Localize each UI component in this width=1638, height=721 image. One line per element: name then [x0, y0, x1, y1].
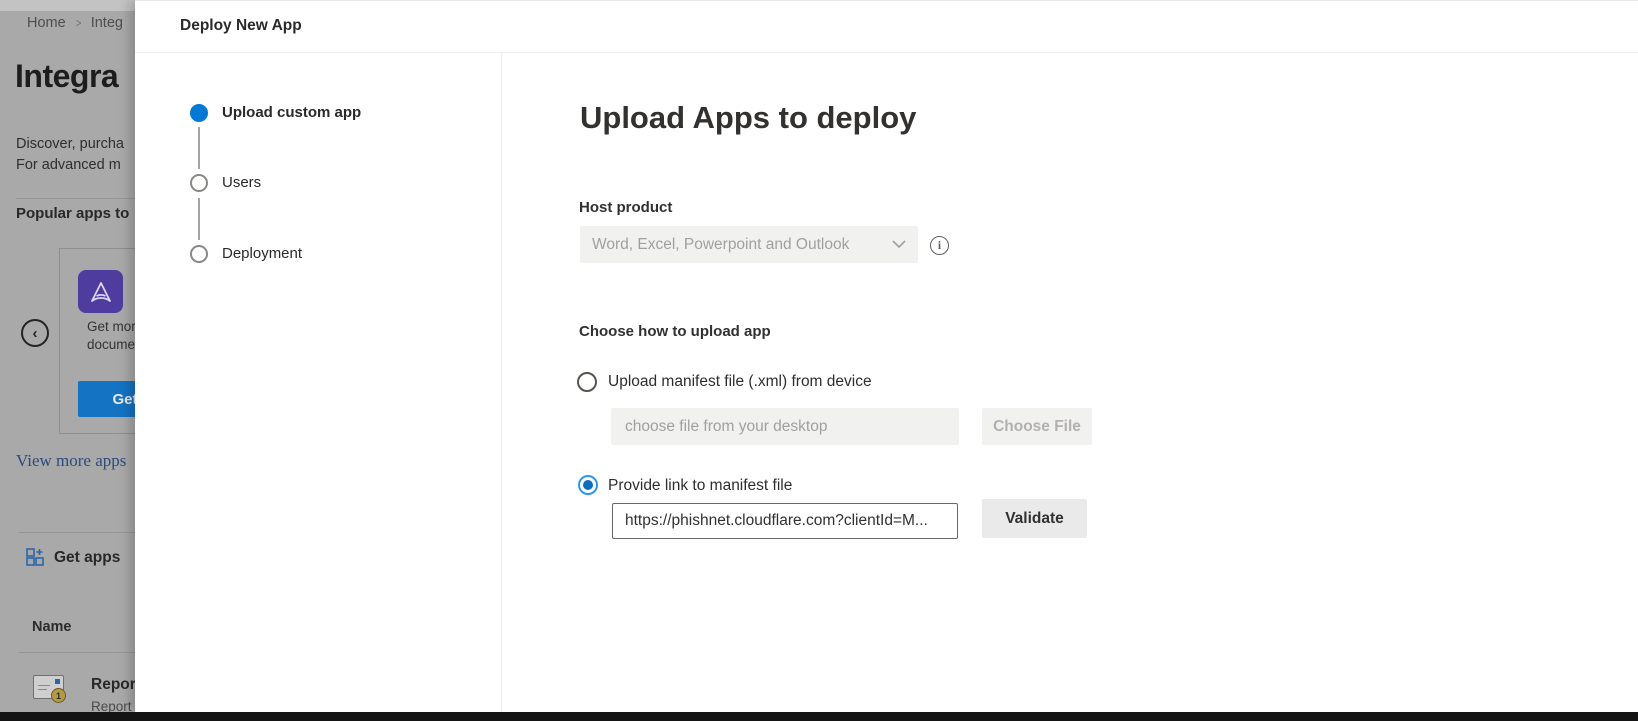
- page-description-line1: Discover, purcha: [16, 134, 124, 155]
- adobe-acrobat-icon: [78, 270, 123, 313]
- content-title: Upload Apps to deploy: [580, 100, 916, 136]
- deploy-new-app-panel: Deploy New App Upload custom app Users D…: [135, 0, 1638, 712]
- step-circle: [190, 245, 208, 263]
- breadcrumb: Home > Integ: [27, 15, 123, 31]
- radio-upload-manifest-file-label[interactable]: Upload manifest file (.xml) from device: [608, 373, 872, 391]
- upload-method-label: Choose how to upload app: [579, 323, 771, 340]
- report-message-envelope-icon: 1: [33, 675, 62, 699]
- divider: [18, 652, 135, 653]
- table-header-name[interactable]: Name: [32, 619, 72, 635]
- page-description-line2: For advanced m: [16, 155, 124, 176]
- panel-title: Deploy New App: [180, 17, 302, 35]
- step-connector: [198, 127, 200, 169]
- page-description: Discover, purcha For advanced m: [16, 134, 124, 176]
- chevron-left-icon: ‹: [33, 325, 38, 342]
- breadcrumb-separator-icon: >: [75, 16, 81, 30]
- step-circle: [190, 174, 208, 192]
- get-apps-button[interactable]: Get apps: [26, 548, 120, 567]
- page-title: Integra: [15, 58, 118, 95]
- radio-provide-link-label[interactable]: Provide link to manifest file: [608, 477, 792, 495]
- divider: [18, 532, 135, 533]
- radio-provide-link[interactable]: [578, 475, 598, 495]
- notification-badge: 1: [51, 688, 66, 703]
- envelope-blue-dot: [55, 679, 60, 684]
- validate-button[interactable]: Validate: [982, 499, 1087, 538]
- divider: [16, 198, 135, 199]
- get-apps-grid-plus-icon: [26, 548, 45, 567]
- host-product-label: Host product: [579, 199, 672, 216]
- step-upload-custom-app[interactable]: Upload custom app: [222, 104, 361, 121]
- host-product-dropdown[interactable]: Word, Excel, Powerpoint and Outlook: [580, 226, 918, 263]
- radio-upload-manifest-file[interactable]: [577, 372, 597, 392]
- step-connector: [198, 198, 200, 240]
- host-product-value: Word, Excel, Powerpoint and Outlook: [592, 236, 892, 254]
- panel-header-divider: [135, 52, 1638, 53]
- popular-apps-section-title: Popular apps to: [16, 205, 129, 222]
- info-icon[interactable]: i: [930, 236, 949, 255]
- choose-file-button: Choose File: [982, 408, 1092, 445]
- get-apps-label: Get apps: [54, 549, 120, 567]
- stepper-content-divider: [501, 53, 502, 712]
- view-more-apps-link[interactable]: View more apps: [16, 451, 126, 471]
- manifest-file-input: [611, 408, 959, 445]
- chevron-down-icon: [892, 240, 906, 249]
- carousel-previous-button[interactable]: ‹: [21, 319, 49, 347]
- table-row-title[interactable]: Repor: [91, 676, 136, 694]
- bottom-black-bar: [0, 712, 1638, 721]
- step-users[interactable]: Users: [222, 174, 261, 191]
- step-deployment[interactable]: Deployment: [222, 245, 302, 262]
- radio-selected-dot: [583, 480, 593, 490]
- breadcrumb-current: Integ: [91, 15, 123, 31]
- top-bar: [0, 0, 135, 11]
- manifest-url-input[interactable]: [612, 503, 958, 539]
- breadcrumb-home-link[interactable]: Home: [27, 15, 66, 31]
- step-active-dot: [190, 104, 208, 122]
